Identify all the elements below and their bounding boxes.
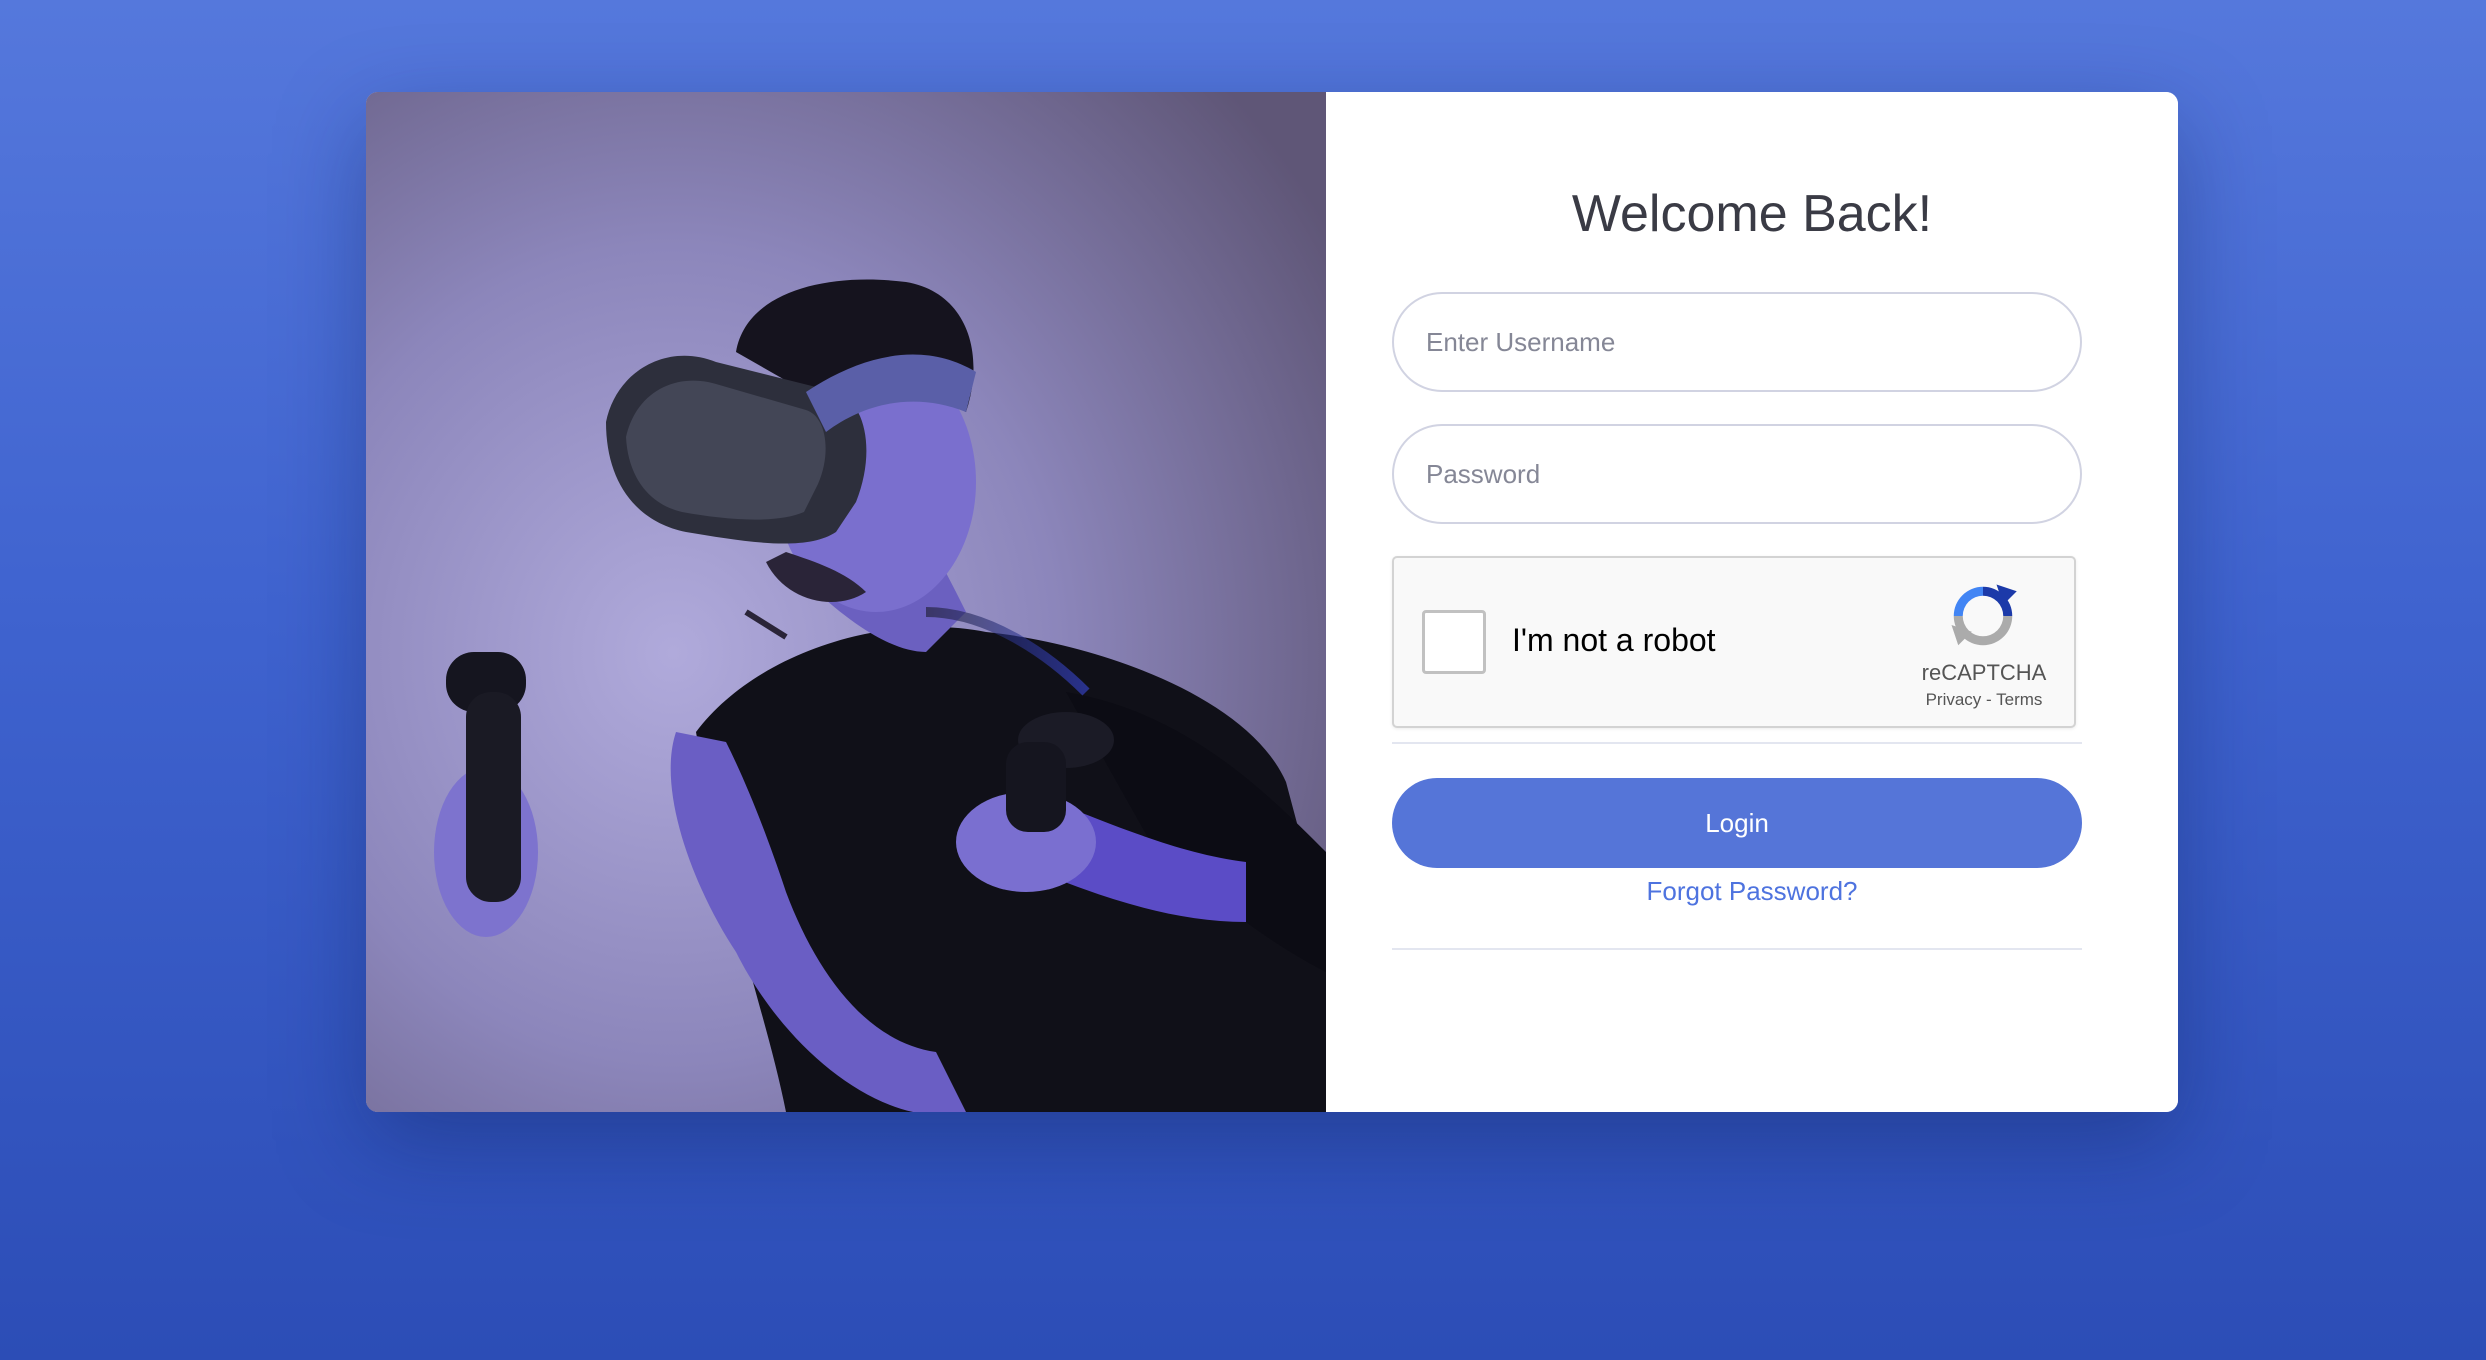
recaptcha-checkbox[interactable] bbox=[1422, 610, 1486, 674]
recaptcha-widget: I'm not a robot reCAPTCHA Privacy - Term… bbox=[1392, 556, 2076, 728]
recaptcha-privacy-link[interactable]: Privacy bbox=[1926, 690, 1982, 709]
username-input[interactable] bbox=[1392, 292, 2082, 392]
login-card: Welcome Back! I'm not a robot reCAPTCHA … bbox=[366, 92, 2178, 1112]
recaptcha-links: Privacy - Terms bbox=[1884, 690, 2084, 710]
recaptcha-terms-link[interactable]: Terms bbox=[1996, 690, 2042, 709]
recaptcha-logo-icon bbox=[1951, 584, 2017, 646]
vr-user-photo bbox=[366, 92, 1326, 1112]
divider-bottom bbox=[1392, 948, 2082, 950]
forgot-password-link[interactable]: Forgot Password? bbox=[1326, 876, 2178, 907]
password-input[interactable] bbox=[1392, 424, 2082, 524]
recaptcha-separator: - bbox=[1981, 690, 1997, 709]
login-button[interactable]: Login bbox=[1392, 778, 2082, 868]
recaptcha-brand: reCAPTCHA bbox=[1921, 660, 2047, 685]
page-title: Welcome Back! bbox=[1571, 185, 1933, 243]
login-form-panel: Welcome Back! I'm not a robot reCAPTCHA … bbox=[1326, 92, 2178, 1112]
recaptcha-label: I'm not a robot bbox=[1512, 622, 1716, 658]
divider-top bbox=[1392, 742, 2082, 744]
